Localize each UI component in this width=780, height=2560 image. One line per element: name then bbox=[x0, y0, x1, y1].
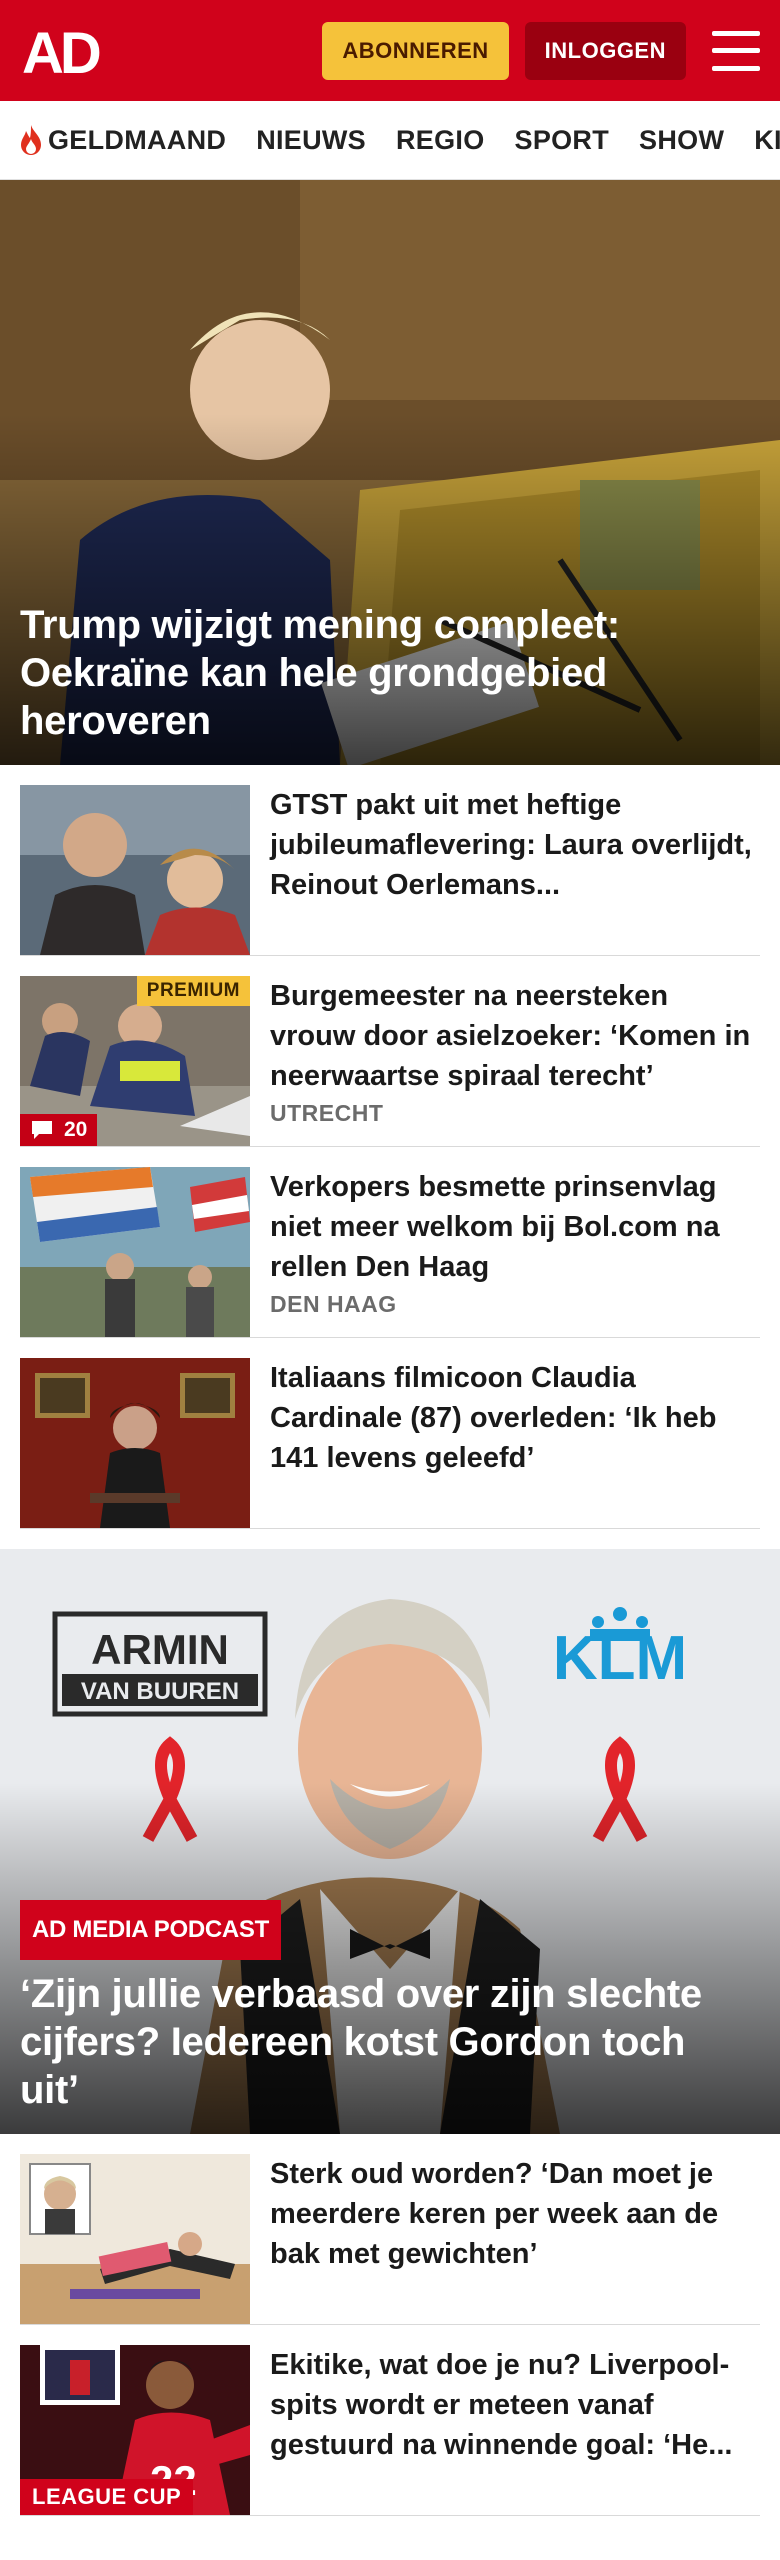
nav-item-nieuws[interactable]: NIEUWS bbox=[256, 125, 366, 156]
article-thumbnail bbox=[20, 1358, 250, 1528]
list-item[interactable]: 22 LEAGUE CUP Ekitike, wat doe je nu? Li… bbox=[20, 2325, 760, 2516]
ad-logo-mark: AD bbox=[22, 23, 104, 79]
comment-count-badge[interactable]: 20 bbox=[20, 1114, 98, 1146]
article-list-2: Sterk oud worden? ‘Dan moet je meerdere … bbox=[0, 2134, 780, 2516]
top-bar: AD ABONNEREN INLOGGEN bbox=[0, 0, 780, 101]
comment-count: 20 bbox=[64, 1118, 88, 1141]
feature-article[interactable]: ARMIN VAN BUUREN KLM AD MEDIA PODCAST ‘Z… bbox=[0, 1549, 780, 2134]
nav-item-label: GELDMAAND bbox=[48, 124, 227, 155]
banner-klm: KLM bbox=[553, 1624, 687, 1693]
article-title: Italiaans filmicoon Claudia Cardinale (8… bbox=[270, 1362, 717, 1474]
list-item[interactable]: GTST pakt uit met heftige jubileumafleve… bbox=[20, 765, 760, 956]
feature-headline-block[interactable]: AD MEDIA PODCAST ‘Zijn jullie verbaasd o… bbox=[20, 1900, 740, 2114]
article-thumbnail: 22 LEAGUE CUP bbox=[20, 2345, 250, 2515]
nav-item-sport[interactable]: SPORT bbox=[515, 125, 610, 156]
cardinale-image bbox=[20, 1358, 250, 1528]
svg-text:AD: AD bbox=[22, 23, 100, 79]
article-title: GTST pakt uit met heftige jubileumafleve… bbox=[270, 789, 752, 901]
article-location: UTRECHT bbox=[270, 1100, 384, 1126]
competition-tag: LEAGUE CUP bbox=[20, 2479, 194, 2515]
banner-van-buuren: VAN BUUREN bbox=[81, 1678, 239, 1705]
workout-image bbox=[20, 2154, 250, 2324]
nav-item-geldmaand[interactable]: GELDMAAND bbox=[18, 124, 226, 156]
hero-headline[interactable]: Trump wijzigt mening compleet: Oekraïne … bbox=[20, 601, 740, 745]
podcast-tag: AD MEDIA PODCAST bbox=[20, 1900, 281, 1960]
flame-icon bbox=[21, 125, 41, 155]
ad-logo[interactable]: AD bbox=[20, 23, 112, 79]
comment-icon bbox=[32, 1121, 52, 1139]
list-item[interactable]: PREMIUM 20 Burgemeester na neersteken vr… bbox=[20, 956, 760, 1147]
subscribe-button[interactable]: ABONNEREN bbox=[322, 21, 509, 80]
article-title: Verkopers besmette prinsenvlag niet meer… bbox=[270, 1171, 720, 1283]
gtst-image bbox=[20, 785, 250, 955]
article-thumbnail: PREMIUM 20 bbox=[20, 976, 250, 1146]
article-list: GTST pakt uit met heftige jubileumafleve… bbox=[0, 765, 780, 1529]
article-title: Sterk oud worden? ‘Dan moet je meerdere … bbox=[270, 2158, 719, 2270]
nav-item-show[interactable]: SHOW bbox=[639, 125, 724, 156]
premium-badge: PREMIUM bbox=[136, 976, 250, 1006]
article-title: Ekitike, wat doe je nu? Liverpool-spits … bbox=[270, 2349, 733, 2461]
hero-article[interactable]: Trump wijzigt mening compleet: Oekraïne … bbox=[0, 180, 780, 765]
flag-protest-image bbox=[20, 1167, 250, 1337]
login-button[interactable]: INLOGGEN bbox=[524, 21, 686, 80]
list-item[interactable]: Italiaans filmicoon Claudia Cardinale (8… bbox=[20, 1338, 760, 1529]
article-title: Burgemeester na neersteken vrouw door as… bbox=[270, 980, 751, 1092]
nav-item-regio[interactable]: REGIO bbox=[396, 125, 485, 156]
feature-headline: ‘Zijn jullie verbaasd over zijn slechte … bbox=[20, 1972, 702, 2112]
banner-armin: ARMIN bbox=[91, 1626, 229, 1673]
article-thumbnail bbox=[20, 785, 250, 955]
article-thumbnail bbox=[20, 2154, 250, 2324]
list-item[interactable]: Verkopers besmette prinsenvlag niet meer… bbox=[20, 1147, 760, 1338]
section-nav: GELDMAAND NIEUWS REGIO SPORT SHOW KIJK bbox=[0, 101, 780, 180]
hamburger-menu-icon[interactable] bbox=[712, 30, 760, 71]
nav-item-kijk[interactable]: KIJK bbox=[754, 125, 780, 156]
article-location: DEN HAAG bbox=[270, 1291, 397, 1317]
list-item[interactable]: Sterk oud worden? ‘Dan moet je meerdere … bbox=[20, 2134, 760, 2325]
article-thumbnail bbox=[20, 1167, 250, 1337]
